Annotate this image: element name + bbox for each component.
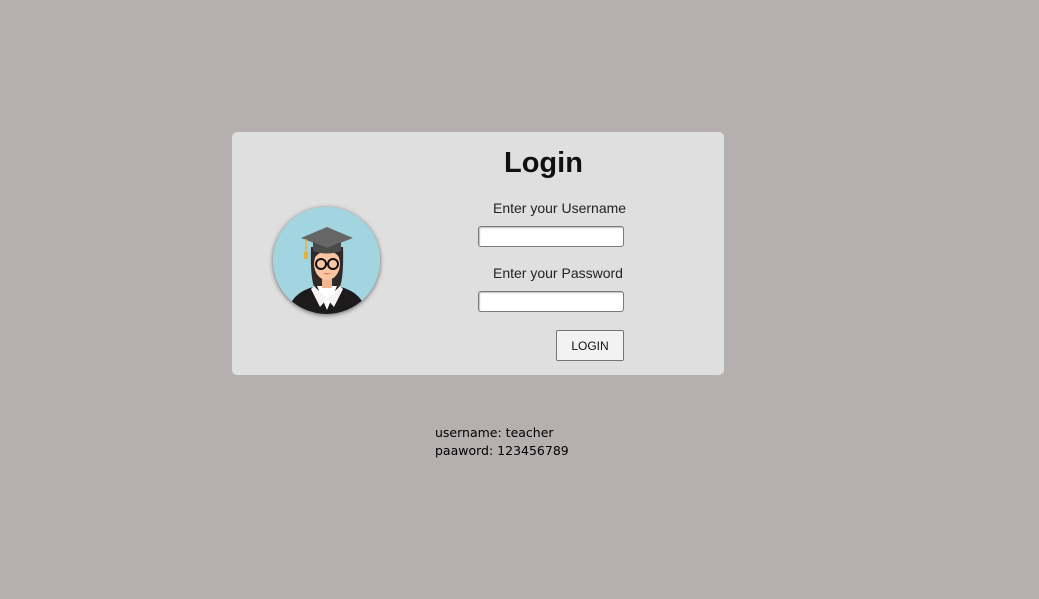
password-input[interactable]	[478, 291, 624, 312]
login-button[interactable]: LOGIN	[556, 330, 624, 361]
login-card: Login Enter your Username Enter your Pas…	[232, 132, 724, 375]
graduate-avatar-illustration	[273, 207, 380, 314]
password-label: Enter your Password	[493, 265, 623, 281]
username-input[interactable]	[478, 226, 624, 247]
username-label: Enter your Username	[493, 200, 627, 216]
credentials-hint: username: teacher paaword: 123456789	[435, 424, 569, 460]
credentials-username-line: username: teacher	[435, 425, 554, 440]
credentials-password-line: paaword: 123456789	[435, 443, 569, 458]
login-title: Login	[504, 147, 583, 179]
graduate-avatar-icon	[273, 207, 380, 314]
